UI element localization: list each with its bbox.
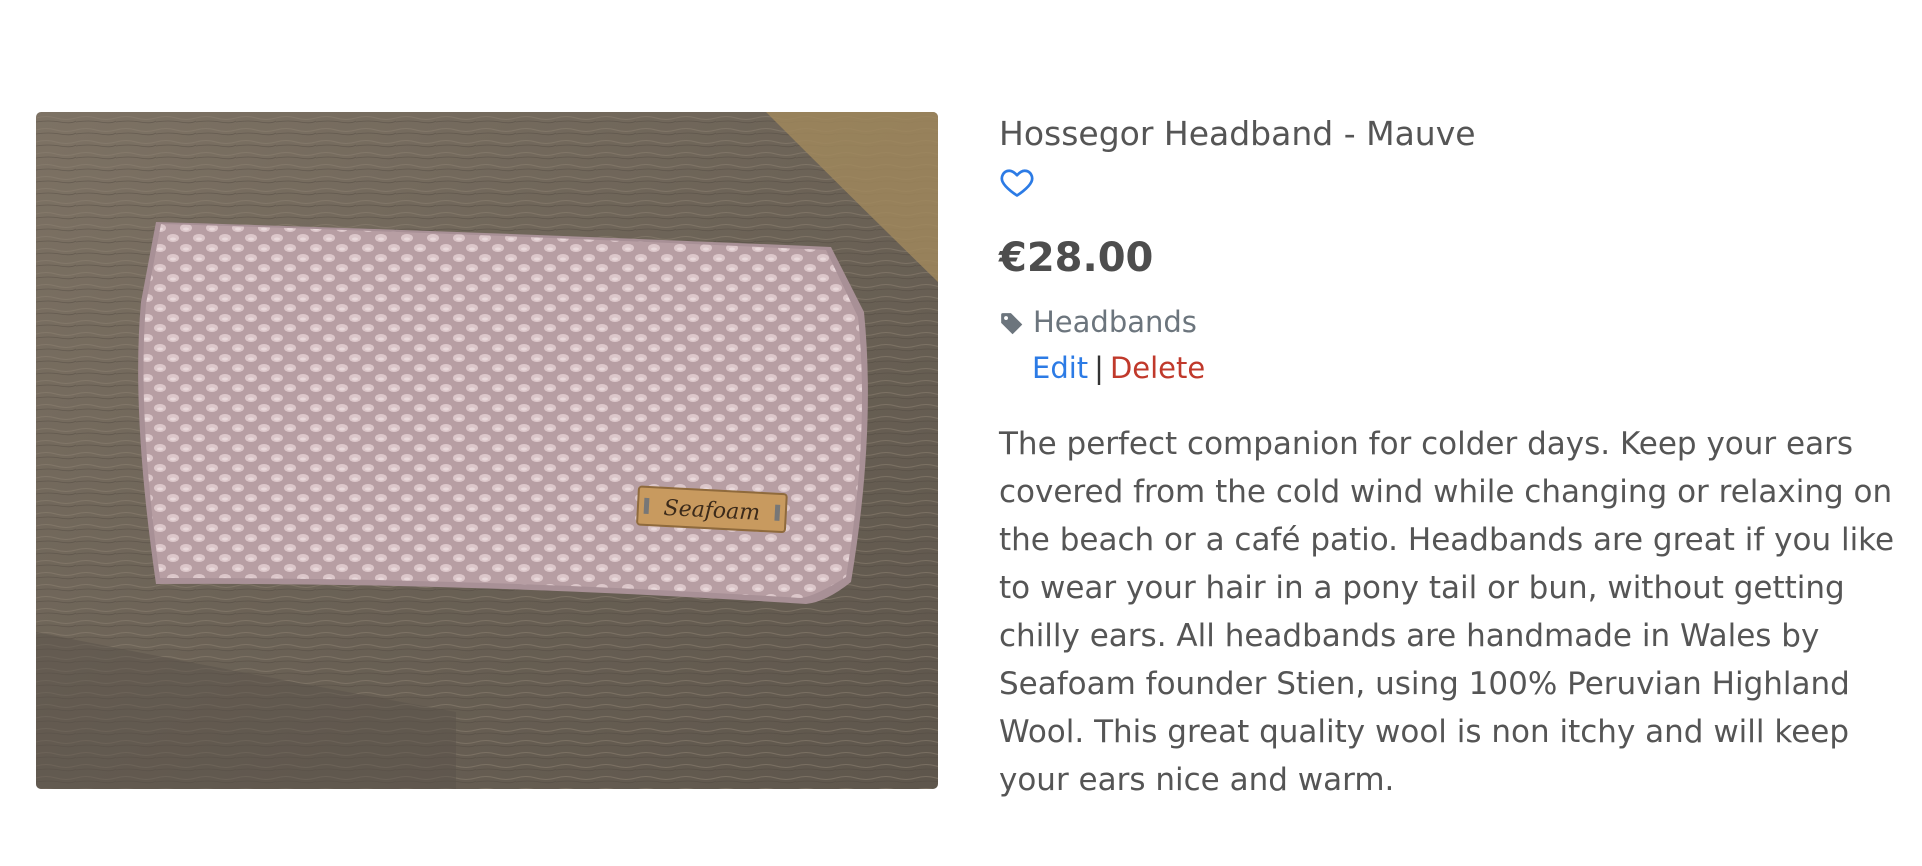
heart-outline-icon[interactable] bbox=[999, 164, 1035, 200]
delete-link[interactable]: Delete bbox=[1110, 351, 1205, 385]
tag-icon bbox=[999, 309, 1025, 335]
admin-actions: Edit | Delete bbox=[1032, 350, 1909, 386]
product-details: Hossegor Headband - Mauve €28.00 Headban… bbox=[999, 112, 1909, 804]
product-title: Hossegor Headband - Mauve bbox=[999, 114, 1476, 153]
action-separator: | bbox=[1094, 351, 1104, 385]
product-detail-page: Seafoam Hossegor Headband - Mauve €28.00… bbox=[0, 0, 1922, 866]
product-description: The perfect companion for colder days. K… bbox=[999, 426, 1895, 798]
brand-label: Seafoam bbox=[663, 496, 761, 526]
edit-link[interactable]: Edit bbox=[1032, 351, 1088, 385]
category-label[interactable]: Headbands bbox=[1033, 304, 1197, 340]
product-price: €28.00 bbox=[999, 235, 1154, 281]
product-image: Seafoam bbox=[36, 112, 938, 789]
product-category: Headbands bbox=[999, 304, 1909, 340]
